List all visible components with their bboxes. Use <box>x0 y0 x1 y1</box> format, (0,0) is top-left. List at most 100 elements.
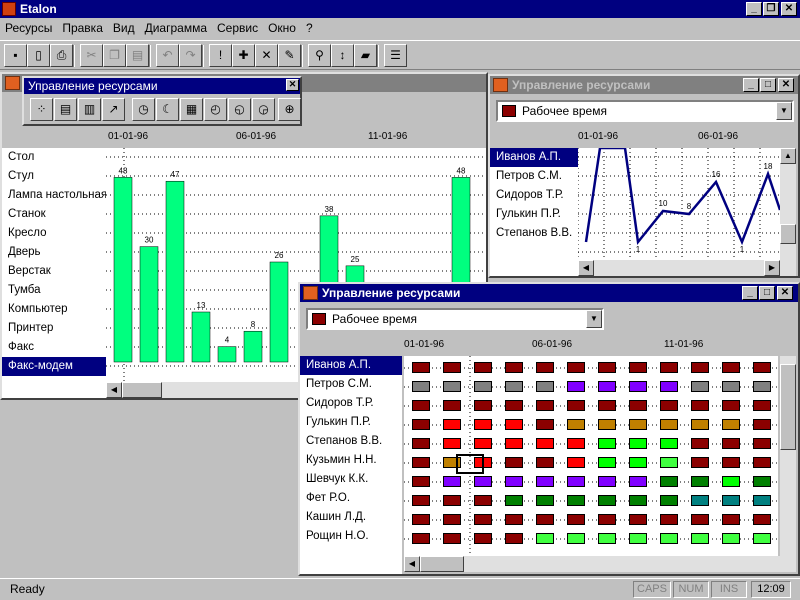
schedule-cell[interactable] <box>660 533 678 544</box>
list-item[interactable]: Лампа настольная <box>2 186 107 205</box>
print-icon[interactable]: ⎙ <box>50 44 73 67</box>
redo-icon[interactable]: ↷ <box>179 44 202 67</box>
time-type-combo[interactable]: Рабочее время ▼ <box>496 100 794 122</box>
schedule-cell[interactable] <box>660 476 678 487</box>
list-item[interactable]: Тумба <box>2 281 106 300</box>
schedule-cell[interactable] <box>474 514 492 525</box>
schedule-cell[interactable] <box>412 514 430 525</box>
menu-2[interactable]: Вид <box>108 18 140 38</box>
stopwatch-icon[interactable]: ◷ <box>132 98 155 121</box>
schedule-cell[interactable] <box>443 495 461 506</box>
schedule-cell[interactable] <box>443 419 461 430</box>
cut-icon[interactable]: ✂ <box>80 44 103 67</box>
list-item[interactable]: Петров С.М. <box>490 167 578 186</box>
bar[interactable] <box>191 311 211 363</box>
schedule-cell[interactable] <box>691 400 709 411</box>
schedule-cell[interactable] <box>567 457 585 468</box>
minimize-button[interactable]: _ <box>742 286 758 300</box>
horizontal-scrollbar[interactable]: ◀ ▶ <box>578 260 796 276</box>
sort-icon[interactable]: ↕ <box>331 44 354 67</box>
menu-0[interactable]: Ресурсы <box>0 18 57 38</box>
list-item[interactable]: Степанов В.В. <box>490 224 578 243</box>
schedule-cell[interactable] <box>412 533 430 544</box>
schedule-cell[interactable] <box>474 419 492 430</box>
scroll-up-button[interactable]: ▲ <box>780 148 796 164</box>
schedule-cell[interactable] <box>474 381 492 392</box>
schedule-cell[interactable] <box>443 514 461 525</box>
schedule-cell[interactable] <box>536 362 554 373</box>
schedule-cell[interactable] <box>629 476 647 487</box>
menu-4[interactable]: Сервис <box>212 18 263 38</box>
menu-6[interactable]: ? <box>301 18 318 38</box>
menu-5[interactable]: Окно <box>263 18 301 38</box>
schedule-cell[interactable] <box>412 362 430 373</box>
schedule-cell[interactable] <box>474 400 492 411</box>
schedule-cell[interactable] <box>753 533 771 544</box>
schedule-cell[interactable] <box>753 362 771 373</box>
schedule-cell[interactable] <box>598 476 616 487</box>
maximize-button[interactable]: □ <box>760 78 776 92</box>
schedule-cell[interactable] <box>660 362 678 373</box>
schedule-cell[interactable] <box>722 457 740 468</box>
palette-close-button[interactable]: ✕ <box>286 79 299 91</box>
schedule-cell[interactable] <box>691 514 709 525</box>
close-button[interactable]: ✕ <box>778 78 794 92</box>
bar[interactable] <box>165 180 185 363</box>
schedule-cell[interactable] <box>443 381 461 392</box>
schedule-cell[interactable] <box>722 362 740 373</box>
schedule-cell[interactable] <box>691 438 709 449</box>
schedule-cell[interactable] <box>598 400 616 411</box>
schedule-cell[interactable] <box>691 533 709 544</box>
scroll-thumb[interactable] <box>420 556 464 572</box>
schedule-cell[interactable] <box>598 533 616 544</box>
vertical-scrollbar[interactable] <box>780 356 796 556</box>
schedule-cell[interactable] <box>722 419 740 430</box>
schedule-cell[interactable] <box>474 495 492 506</box>
find-icon[interactable]: ⚲ <box>308 44 331 67</box>
close-button[interactable]: ✕ <box>781 2 797 16</box>
close-button[interactable]: ✕ <box>777 286 793 300</box>
list-item[interactable]: Фет Р.О. <box>300 489 402 508</box>
list-item[interactable]: Дверь <box>2 243 106 262</box>
schedule-cell[interactable] <box>536 400 554 411</box>
time-type-combo[interactable]: Рабочее время ▼ <box>306 308 604 330</box>
schedule-cell[interactable] <box>629 457 647 468</box>
schedule-cell[interactable] <box>443 476 461 487</box>
bar-chart-icon[interactable]: ▥ <box>78 98 101 121</box>
schedule-cell[interactable] <box>505 533 523 544</box>
new-item-icon[interactable]: ✚ <box>232 44 255 67</box>
list-item[interactable]: Гулькин П.Р. <box>300 413 402 432</box>
schedule-cell[interactable] <box>505 419 523 430</box>
list-item[interactable]: Принтер <box>2 319 106 338</box>
list-item[interactable]: Станок <box>2 205 106 224</box>
schedule-cell[interactable] <box>412 400 430 411</box>
schedule-cell[interactable] <box>753 457 771 468</box>
vertical-scrollbar[interactable]: ▲ <box>780 148 796 260</box>
schedule-cell[interactable] <box>443 438 461 449</box>
save-icon[interactable]: ▪ <box>4 44 27 67</box>
schedule-cell[interactable] <box>629 419 647 430</box>
schedule-cell[interactable] <box>474 533 492 544</box>
schedule-cell[interactable] <box>536 514 554 525</box>
schedule-cell[interactable] <box>567 362 585 373</box>
horizontal-scrollbar[interactable]: ◀ <box>404 556 796 572</box>
schedule-cell[interactable] <box>567 438 585 449</box>
schedule-cell[interactable] <box>412 419 430 430</box>
schedule-cell[interactable] <box>691 419 709 430</box>
schedule-cell[interactable] <box>660 381 678 392</box>
schedule-cell[interactable] <box>629 381 647 392</box>
schedule-cell[interactable] <box>753 476 771 487</box>
dropdown-arrow-icon[interactable]: ▼ <box>776 102 792 120</box>
schedule-cell[interactable] <box>722 495 740 506</box>
schedule-cell[interactable] <box>536 438 554 449</box>
schedule-cell[interactable] <box>505 495 523 506</box>
scroll-thumb[interactable] <box>780 364 796 450</box>
schedule-grid[interactable] <box>404 356 778 556</box>
schedule-cell[interactable] <box>536 419 554 430</box>
paste-icon[interactable]: ▤ <box>126 44 149 67</box>
schedule-cell[interactable] <box>691 457 709 468</box>
schedule-cell[interactable] <box>412 495 430 506</box>
timer-icon[interactable]: ◶ <box>252 98 275 121</box>
clock2-icon[interactable]: ◵ <box>228 98 251 121</box>
schedule-cell[interactable] <box>474 362 492 373</box>
